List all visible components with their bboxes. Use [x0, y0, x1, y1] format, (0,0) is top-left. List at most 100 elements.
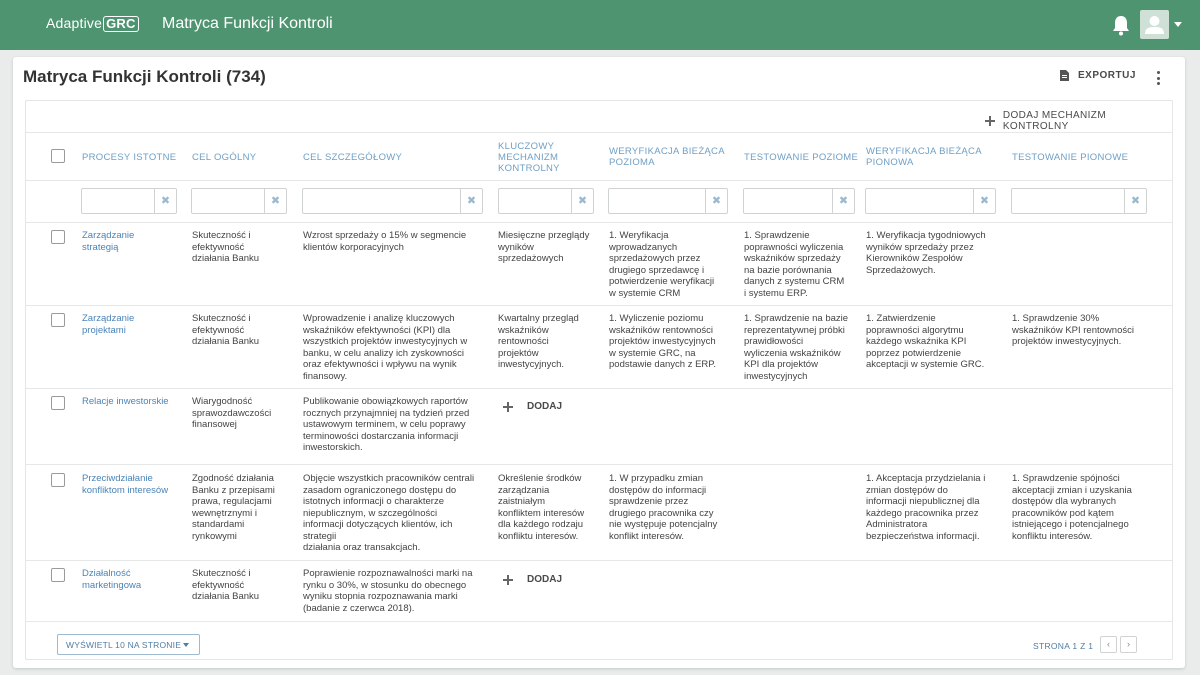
bell-icon[interactable] — [1111, 14, 1131, 36]
vertical-verification-cell: 1. Zatwierdzenie poprawności algorytmu k… — [866, 313, 985, 370]
filter-horizontal-testing[interactable]: ✖ — [743, 188, 855, 214]
filter-input-key-mechanism[interactable] — [499, 189, 571, 213]
filter-input-vertical-testing[interactable] — [1012, 189, 1124, 213]
horizontal-testing-cell: 1. Sprawdzenie na bazie reprezentatywnej… — [744, 313, 849, 382]
plus-icon — [503, 574, 513, 585]
add-mechanism-button[interactable]: DODAJ MECHANIZM KONTROLNY — [985, 110, 1172, 132]
filter-input-general-goal[interactable] — [192, 189, 264, 213]
export-button[interactable]: EXPORTUJ — [1060, 70, 1136, 81]
general-goal-cell: Skuteczność i efektywność działania Bank… — [192, 568, 260, 602]
filter-input-detailed-goal[interactable] — [303, 189, 460, 213]
header-vertical-verification[interactable]: WERYFIKACJA BIEŻĄCA PIONOWA — [866, 146, 982, 168]
key-mechanism-cell: Określenie środków zarządzania zaistniał… — [498, 473, 585, 542]
detailed-goal-cell: Wprowadzenie i analizę kluczowych wskaźn… — [303, 313, 468, 382]
filter-processes[interactable]: ✖ — [81, 188, 177, 214]
row-checkbox[interactable] — [51, 473, 65, 487]
process-link[interactable]: Zarządzanie projektami — [82, 313, 134, 336]
detailed-goal-cell: Publikowanie obowiązkowych raportów rocz… — [303, 396, 470, 453]
row-checkbox[interactable] — [51, 568, 65, 582]
user-icon — [1145, 16, 1164, 34]
clear-filter-icon[interactable]: ✖ — [973, 189, 995, 213]
horizontal-verification-cell: 1. W przypadku zmian dostępów do informa… — [609, 473, 718, 542]
main-card: Matryca Funkcji Kontroli (734) EXPORTUJ … — [13, 57, 1185, 668]
divider — [26, 132, 1172, 133]
chevron-down-icon — [183, 643, 189, 647]
rows-per-page-label: WYŚWIETL 10 NA STRONIE — [66, 640, 182, 650]
header-general-goal[interactable]: CEL OGÓLNY — [192, 152, 256, 163]
vertical-testing-cell: 1. Sprawdzenie spójności akceptacji zmia… — [1012, 473, 1132, 542]
general-goal-cell: Skuteczność i efektywność działania Bank… — [192, 313, 260, 347]
app-title: Matryca Funkcji Kontroli — [162, 15, 333, 32]
process-link[interactable]: Relacje inwestorskie — [82, 396, 169, 408]
filter-general-goal[interactable]: ✖ — [191, 188, 287, 214]
divider — [26, 560, 1172, 561]
clear-filter-icon[interactable]: ✖ — [705, 189, 727, 213]
general-goal-cell: Wiarygodność sprawozdawczości finansowej — [192, 396, 272, 430]
clear-filter-icon[interactable]: ✖ — [264, 189, 286, 213]
clear-filter-icon[interactable]: ✖ — [1124, 189, 1146, 213]
filter-detailed-goal[interactable]: ✖ — [302, 188, 483, 214]
next-page-button[interactable]: › — [1120, 636, 1137, 653]
prev-page-button[interactable]: ‹ — [1100, 636, 1117, 653]
header-vertical-testing[interactable]: TESTOWANIE PIONOWE — [1012, 152, 1128, 163]
top-bar: Adaptive GRC Matryca Funkcji Kontroli — [0, 0, 1200, 50]
key-mechanism-cell: Kwartalny przegląd wskaźników rentownośc… — [498, 313, 579, 370]
avatar[interactable] — [1140, 10, 1169, 39]
filter-input-vertical-verification[interactable] — [866, 189, 973, 213]
divider — [26, 388, 1172, 389]
process-link[interactable]: Przeciwdziałanie konfliktom interesów — [82, 473, 168, 496]
horizontal-verification-cell: 1. Weryfikacja wprowadzanych sprzedażowy… — [609, 230, 715, 299]
process-link[interactable]: Zarządzanie strategią — [82, 230, 134, 253]
header-key-mechanism[interactable]: KLUCZOWY MECHANIZM KONTROLNY — [498, 141, 560, 174]
plus-icon — [503, 401, 513, 412]
clear-filter-icon[interactable]: ✖ — [460, 189, 482, 213]
rows-per-page-select[interactable]: WYŚWIETL 10 NA STRONIE — [57, 634, 200, 655]
export-label: EXPORTUJ — [1078, 70, 1136, 81]
divider — [26, 180, 1172, 181]
add-mechanism-row-button[interactable]: DODAJ — [503, 401, 562, 412]
logo-text: Adaptive — [46, 15, 103, 31]
plus-icon — [985, 116, 995, 126]
divider — [26, 621, 1172, 622]
document-icon — [1060, 70, 1069, 81]
row-checkbox[interactable] — [51, 396, 65, 410]
clear-filter-icon[interactable]: ✖ — [571, 189, 593, 213]
app-logo[interactable]: Adaptive GRC — [46, 15, 139, 32]
filter-input-horizontal-testing[interactable] — [744, 189, 832, 213]
add-label: DODAJ — [527, 574, 563, 585]
filter-key-mechanism[interactable]: ✖ — [498, 188, 594, 214]
logo-badge: GRC — [103, 16, 139, 32]
detailed-goal-cell: Wzrost sprzedaży o 15% w segmencie klien… — [303, 230, 467, 253]
divider — [26, 464, 1172, 465]
more-options-icon[interactable] — [1151, 69, 1165, 87]
vertical-verification-cell: 1. Weryfikacja tygodniowych wyników sprz… — [866, 230, 986, 276]
add-mechanism-row-button[interactable]: DODAJ — [503, 574, 562, 585]
clear-filter-icon[interactable]: ✖ — [154, 189, 176, 213]
filter-input-processes[interactable] — [82, 189, 154, 213]
general-goal-cell: Skuteczność i efektywność działania Bank… — [192, 230, 260, 264]
page-title: Matryca Funkcji Kontroli (734) — [23, 67, 266, 86]
clear-filter-icon[interactable]: ✖ — [832, 189, 854, 213]
header-processes[interactable]: PROCESY ISTOTNE — [82, 152, 176, 163]
process-link[interactable]: Działalność marketingowa — [82, 568, 141, 591]
add-label: DODAJ — [527, 401, 563, 412]
horizontal-verification-cell: 1. Wyliczenie poziomu wskaźników rentown… — [609, 313, 717, 370]
control-matrix-table: DODAJ MECHANIZM KONTROLNY PROCESY ISTOTN… — [25, 100, 1173, 660]
detailed-goal-cell: Poprawienie rozpoznawalności marki na ry… — [303, 568, 473, 614]
filter-vertical-verification[interactable]: ✖ — [865, 188, 996, 214]
row-checkbox[interactable] — [51, 230, 65, 244]
filter-vertical-testing[interactable]: ✖ — [1011, 188, 1147, 214]
header-horizontal-testing[interactable]: TESTOWANIE POZIOME — [744, 152, 858, 163]
filter-input-horizontal-verification[interactable] — [609, 189, 705, 213]
header-detailed-goal[interactable]: CEL SZCZEGÓŁOWY — [303, 152, 402, 163]
chevron-down-icon[interactable] — [1174, 22, 1182, 27]
row-checkbox[interactable] — [51, 313, 65, 327]
vertical-testing-cell: 1. Sprawdzenie 30% wskaźników KPI rentow… — [1012, 313, 1134, 347]
horizontal-testing-cell: 1. Sprawdzenie poprawności wyliczenia ws… — [744, 230, 845, 299]
select-all-checkbox[interactable] — [51, 149, 65, 163]
divider — [26, 222, 1172, 223]
header-horizontal-verification[interactable]: WERYFIKACJA BIEŻĄCA POZIOMA — [609, 146, 725, 168]
add-mechanism-label: DODAJ MECHANIZM KONTROLNY — [1002, 110, 1107, 132]
vertical-verification-cell: 1. Akceptacja przydzielania i zmian dost… — [866, 473, 986, 542]
filter-horizontal-verification[interactable]: ✖ — [608, 188, 728, 214]
